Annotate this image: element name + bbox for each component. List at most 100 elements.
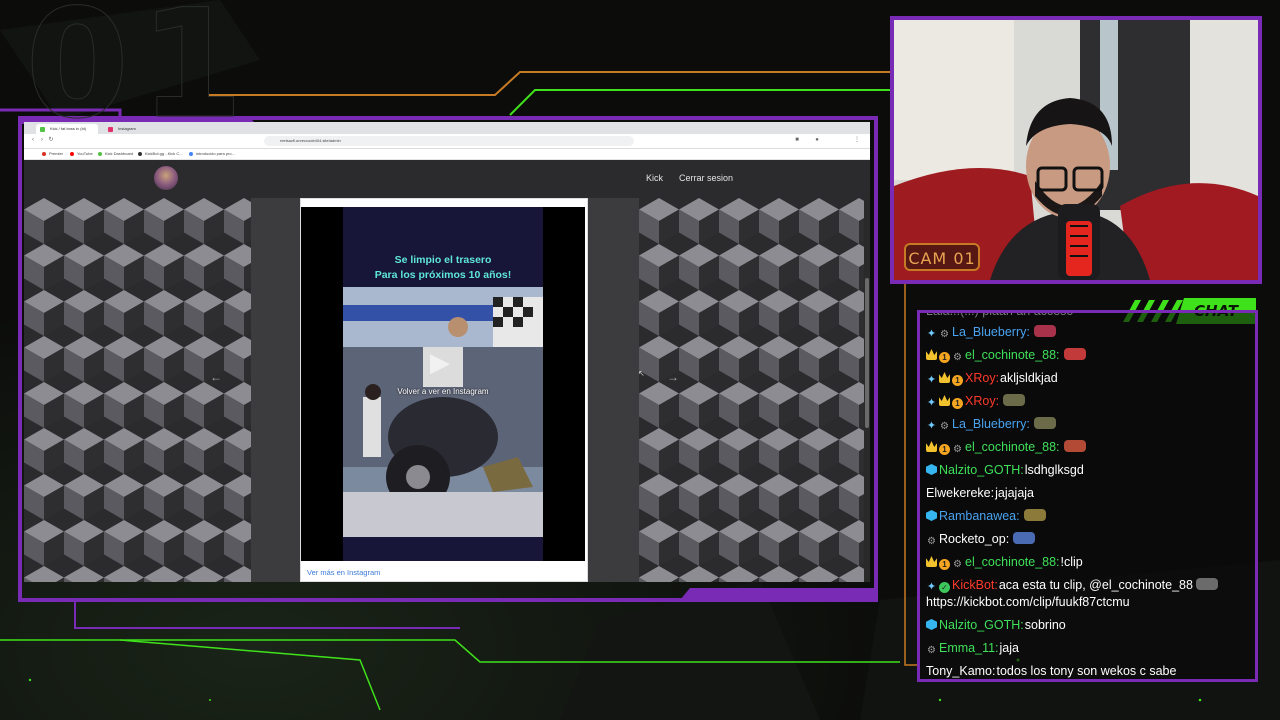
chat-username[interactable]: KickBot: — [952, 578, 998, 592]
chat-username[interactable]: Rocketo_op: — [939, 532, 1009, 546]
chat-username[interactable]: XRoy: — [965, 394, 999, 408]
chat-message: 1 ⚙ el_cochinote_88: — [926, 348, 1086, 363]
bot-badge-icon: ⚙ — [940, 329, 949, 340]
bookmark-item[interactable]: KickBot.gg - Kick C... — [138, 150, 183, 158]
chat-message: ✦ 1 XRoy:akljsldkjad — [926, 371, 1058, 386]
nav-link-logout[interactable]: Cerrar sesion — [679, 173, 733, 183]
cube-badge-icon — [926, 510, 937, 521]
forward-icon[interactable]: › — [39, 137, 45, 143]
sword-badge-icon: ✦ — [926, 397, 937, 409]
cube-pattern-right — [639, 198, 870, 582]
bot-badge-icon: ⚙ — [927, 536, 936, 547]
chat-username[interactable]: Nalzito_GOTH: — [939, 618, 1024, 632]
chat-username[interactable]: La_Blueberry: — [952, 417, 1030, 431]
next-arrow-icon[interactable]: → — [667, 370, 679, 384]
browser-tab-instagram[interactable]: Instagram — [104, 124, 186, 134]
bot-badge-icon: ⚙ — [953, 559, 962, 570]
emote-icon — [1063, 440, 1086, 452]
profile-icon[interactable]: ● — [814, 137, 820, 143]
chat-username[interactable]: Tony_Kamo: — [926, 664, 995, 678]
chat-username[interactable]: el_cochinote_88: — [965, 555, 1060, 569]
cube-badge-icon — [926, 619, 937, 630]
chat-message: ⚙ Rocketo_op: — [926, 532, 1036, 547]
emote-icon — [1195, 578, 1218, 590]
browser-tab-label: Instagram — [118, 126, 136, 131]
bot-badge-icon: ⚙ — [953, 352, 962, 363]
chat-text: todos los tony son wekos c sabe — [996, 664, 1177, 678]
chat-message: ✦ ⚙ La_Blueberry: — [926, 417, 1056, 432]
bot-badge-icon: ⚙ — [940, 421, 949, 432]
see-more-link[interactable]: Ver más en Instagram — [307, 568, 380, 577]
crown-badge-icon — [926, 349, 937, 360]
emote-icon — [1003, 394, 1026, 406]
cube-pattern-left — [24, 198, 251, 582]
chat-message: 1 ⚙ el_cochinote_88:!clip — [926, 555, 1083, 570]
chat-panel: Lala...(...) plaan ah acceso ✦ ⚙ La_Bluebe… — [917, 310, 1258, 682]
chat-username[interactable]: Emma_11: — [939, 641, 999, 655]
video-player[interactable]: Se limpio el trasero Para los próximos 1… — [301, 207, 585, 561]
chat-username[interactable]: el_cochinote_88: — [965, 348, 1060, 362]
menu-icon[interactable]: ⋮ — [854, 137, 860, 143]
browser-toolbar: ‹ › ↻ reelsazfl.unreccode404.site/admin … — [24, 134, 870, 149]
youtube-icon — [70, 152, 74, 156]
chat-message: Rambanawea: — [926, 509, 1046, 524]
chat-message: Nalzito_GOTH:sobrino — [926, 618, 1066, 633]
emote-icon — [1013, 532, 1036, 544]
sub-badge-icon: 1 — [939, 444, 950, 455]
crown-badge-icon — [939, 395, 950, 406]
chat-message: 1 ⚙ el_cochinote_88: — [926, 440, 1086, 455]
sub-badge-icon: 1 — [952, 375, 963, 386]
chat-text: !clip — [1060, 555, 1083, 569]
watch-again-link[interactable]: Volver a ver en Instagram — [343, 387, 543, 396]
bookmark-icon — [138, 152, 142, 156]
emote-icon — [1033, 417, 1056, 429]
address-bar[interactable]: reelsazfl.unreccode404.site/admin — [264, 136, 634, 146]
crown-badge-icon — [939, 372, 950, 383]
browser-window: Kick / fat boss tv (bi) Instagram ‹ › ↻ … — [24, 122, 870, 582]
kick-favicon-icon — [40, 127, 45, 132]
sword-badge-icon: ✦ — [926, 420, 937, 432]
instagram-embed: Se limpio el trasero Para los próximos 1… — [300, 198, 588, 582]
chat-username[interactable]: Elwekereke: — [926, 486, 994, 500]
bookmark-item[interactable]: introducido para pro... — [189, 150, 235, 158]
chat-message-continuation[interactable]: https://kickbot.com/clip/fuukf87ctcmu — [926, 595, 1130, 610]
chat-username[interactable]: XRoy: — [965, 371, 999, 385]
chat-username[interactable]: La_Blueberry: — [952, 325, 1030, 339]
browser-tab-label: Kick / fat boss tv (bi) — [50, 126, 87, 131]
verified-badge-icon: ✓ — [939, 582, 950, 593]
video-frame: Se limpio el trasero Para los próximos 1… — [343, 207, 543, 561]
browser-tab-strip: Kick / fat boss tv (bi) Instagram — [24, 122, 870, 134]
chat-username[interactable]: el_cochinote_88: — [965, 440, 1060, 454]
chat-text: jaja — [999, 641, 1019, 655]
crown-badge-icon — [926, 441, 937, 452]
play-icon[interactable]: ▶ — [425, 347, 455, 377]
browser-tab-kick[interactable]: Kick / fat boss tv (bi) — [36, 124, 98, 134]
chat-message: Elwekereke:jajajaja — [926, 486, 1034, 501]
sword-badge-icon: ✦ — [926, 374, 937, 386]
bookmark-item[interactable]: Kick Dashboard — [98, 150, 133, 158]
extensions-icon[interactable]: ■ — [794, 137, 800, 143]
bookmark-item[interactable]: Premier — [42, 150, 63, 158]
bookmark-item[interactable]: YouTube — [70, 150, 93, 158]
sub-badge-icon: 1 — [939, 352, 950, 363]
chat-text: jajajaja — [995, 486, 1035, 500]
nav-link-kick[interactable]: Kick — [646, 173, 663, 183]
sub-badge-icon: 1 — [952, 398, 963, 409]
reload-icon[interactable]: ↻ — [48, 137, 54, 143]
chat-message: Tony_Kamo:todos los tony son wekos c sab… — [926, 664, 1176, 679]
chat-message-partial: Lala...(...) plaan ah acceso — [926, 310, 1074, 318]
chat-username[interactable]: Nalzito_GOTH: — [939, 463, 1024, 477]
scrollbar-thumb[interactable] — [865, 278, 869, 428]
back-icon[interactable]: ‹ — [30, 137, 36, 143]
prev-arrow-icon[interactable]: ← — [210, 370, 222, 384]
chat-text: aca esta tu clip, @el_cochinote_88 — [998, 578, 1193, 592]
bookmark-icon — [42, 152, 46, 156]
page-scrollbar[interactable] — [864, 198, 870, 582]
bot-badge-icon: ⚙ — [927, 645, 936, 656]
emote-icon — [1023, 509, 1046, 521]
emote-icon — [1063, 348, 1086, 360]
chat-message: ✦ ✓ KickBot:aca esta tu clip, @el_cochinot… — [926, 578, 1218, 593]
site-logo[interactable] — [154, 166, 178, 190]
chat-username[interactable]: Rambanawea: — [939, 509, 1020, 523]
instagram-favicon-icon — [108, 127, 113, 132]
